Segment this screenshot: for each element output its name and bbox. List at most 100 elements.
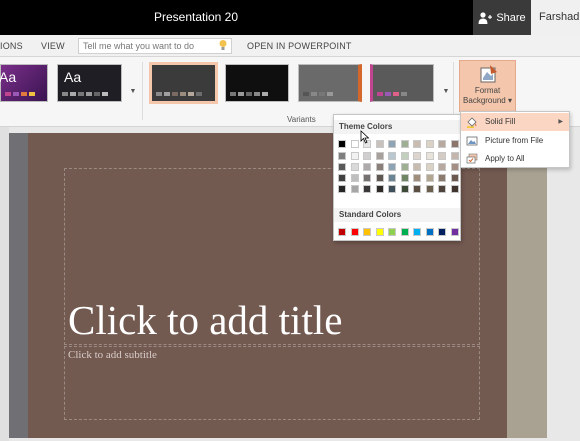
standard-color-swatch[interactable] [450, 228, 459, 236]
theme-color-swatch[interactable] [388, 174, 396, 182]
slide-panel-edge [0, 127, 9, 441]
lightbulb-icon [219, 40, 227, 50]
theme-thumb-label: Aa [64, 69, 82, 85]
theme-color-swatch[interactable] [363, 163, 371, 171]
theme-color-swatch[interactable] [425, 152, 434, 160]
theme-color-swatch[interactable] [375, 163, 384, 171]
theme-color-swatch[interactable] [450, 174, 459, 182]
apply-all-icon [466, 153, 478, 164]
theme-color-swatch[interactable] [438, 152, 446, 160]
theme-thumb-label: Aa [0, 69, 17, 85]
mouse-cursor-icon [360, 130, 370, 144]
picture-from-file-label: Picture from File [485, 136, 544, 145]
title-placeholder[interactable]: Click to add title [68, 296, 342, 344]
theme-color-swatch[interactable] [350, 174, 359, 182]
theme-color-swatch[interactable] [400, 185, 409, 193]
theme-color-dots [5, 92, 35, 96]
theme-color-swatch[interactable] [438, 163, 446, 171]
theme-color-swatch[interactable] [350, 185, 359, 193]
theme-color-swatch[interactable] [400, 174, 409, 182]
theme-color-swatch[interactable] [400, 163, 409, 171]
theme-color-swatch[interactable] [363, 152, 371, 160]
standard-color-swatch[interactable] [438, 228, 446, 236]
standard-color-swatch[interactable] [425, 228, 434, 236]
variant-thumbnail[interactable] [370, 64, 434, 102]
theme-color-swatch[interactable] [363, 185, 371, 193]
standard-color-swatch[interactable] [338, 228, 346, 236]
theme-color-swatch[interactable] [450, 140, 459, 148]
theme-color-swatch[interactable] [450, 163, 459, 171]
theme-color-swatch[interactable] [350, 140, 359, 148]
paint-bucket-icon [467, 117, 477, 128]
standard-color-swatch[interactable] [350, 228, 359, 236]
theme-color-swatch[interactable] [388, 185, 396, 193]
window-title: Presentation 20 [153, 10, 239, 24]
open-in-powerpoint-link[interactable]: OPEN IN POWERPOINT [247, 35, 352, 57]
theme-thumbnail[interactable]: Aa [0, 64, 48, 102]
theme-color-swatch[interactable] [438, 140, 446, 148]
theme-color-swatch[interactable] [363, 174, 371, 182]
theme-color-swatch[interactable] [338, 152, 346, 160]
theme-color-swatch[interactable] [425, 163, 434, 171]
theme-color-swatch[interactable] [450, 185, 459, 193]
standard-color-swatch[interactable] [388, 228, 396, 236]
theme-color-swatch[interactable] [413, 163, 421, 171]
theme-color-swatch[interactable] [425, 185, 434, 193]
picture-icon [466, 136, 478, 146]
format-background-button[interactable]: Format Background ▾ [459, 60, 516, 112]
variant-thumbnail-selected[interactable] [149, 62, 218, 104]
theme-color-swatch[interactable] [375, 152, 384, 160]
theme-color-swatch[interactable] [400, 140, 409, 148]
theme-color-swatch[interactable] [438, 185, 446, 193]
themes-more-arrow[interactable]: ▼ [128, 62, 138, 102]
theme-color-swatch[interactable] [338, 163, 346, 171]
format-background-label-line2: Background ▾ [463, 96, 512, 105]
standard-color-swatch[interactable] [400, 228, 409, 236]
variant-thumbnail[interactable] [225, 64, 289, 102]
menu-item-solid-fill[interactable]: Solid Fill ▶ [461, 113, 569, 131]
standard-color-swatch[interactable] [363, 228, 371, 236]
tab-design[interactable]: IONS [0, 35, 23, 57]
variant-thumbnail[interactable] [298, 64, 362, 102]
theme-color-swatch[interactable] [338, 140, 346, 148]
menu-item-picture-from-file[interactable]: Picture from File [461, 132, 569, 150]
tab-view[interactable]: VIEW [41, 35, 65, 57]
share-button[interactable]: Share [473, 0, 531, 35]
theme-color-swatch[interactable] [400, 152, 409, 160]
theme-color-swatch[interactable] [425, 140, 434, 148]
title-bar: Presentation 20 Share Farshad I [0, 0, 580, 35]
theme-color-swatch[interactable] [338, 174, 346, 182]
subtitle-placeholder[interactable]: Click to add subtitle [68, 349, 157, 361]
theme-color-swatch[interactable] [388, 152, 396, 160]
theme-color-dots [62, 92, 108, 96]
theme-color-swatch[interactable] [438, 174, 446, 182]
theme-color-swatch[interactable] [413, 174, 421, 182]
theme-color-swatch[interactable] [375, 140, 384, 148]
slide-left-band [9, 133, 28, 438]
theme-thumbnail[interactable]: Aa [57, 64, 122, 102]
standard-color-swatch[interactable] [375, 228, 384, 236]
theme-color-swatch[interactable] [413, 185, 421, 193]
theme-color-swatch[interactable] [375, 185, 384, 193]
group-divider [453, 62, 454, 120]
theme-color-swatch[interactable] [413, 152, 421, 160]
theme-color-swatch[interactable] [350, 163, 359, 171]
tell-me-input[interactable]: Tell me what you want to do [78, 38, 232, 54]
theme-color-swatch[interactable] [375, 174, 384, 182]
standard-colors-heading: Standard Colors [334, 208, 460, 222]
theme-color-swatch[interactable] [388, 163, 396, 171]
format-background-menu: Solid Fill ▶ Picture from File Apply to … [460, 111, 570, 168]
theme-color-swatch[interactable] [338, 185, 346, 193]
theme-color-swatch[interactable] [425, 174, 434, 182]
person-add-icon [478, 11, 493, 24]
theme-color-swatch[interactable] [413, 140, 421, 148]
theme-color-swatch[interactable] [350, 152, 359, 160]
group-divider [142, 62, 143, 120]
variants-more-arrow[interactable]: ▼ [441, 62, 451, 102]
variant-color-dots [377, 92, 407, 96]
user-name[interactable]: Farshad I [531, 0, 580, 35]
theme-color-swatch[interactable] [388, 140, 396, 148]
standard-color-swatch[interactable] [413, 228, 421, 236]
menu-item-apply-to-all[interactable]: Apply to All [461, 150, 569, 168]
theme-color-swatch[interactable] [450, 152, 459, 160]
